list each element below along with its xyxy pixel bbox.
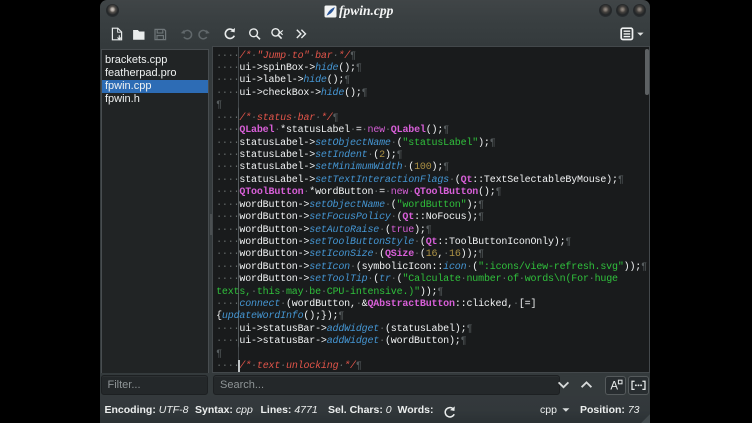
svg-text:A: A [610, 380, 618, 392]
